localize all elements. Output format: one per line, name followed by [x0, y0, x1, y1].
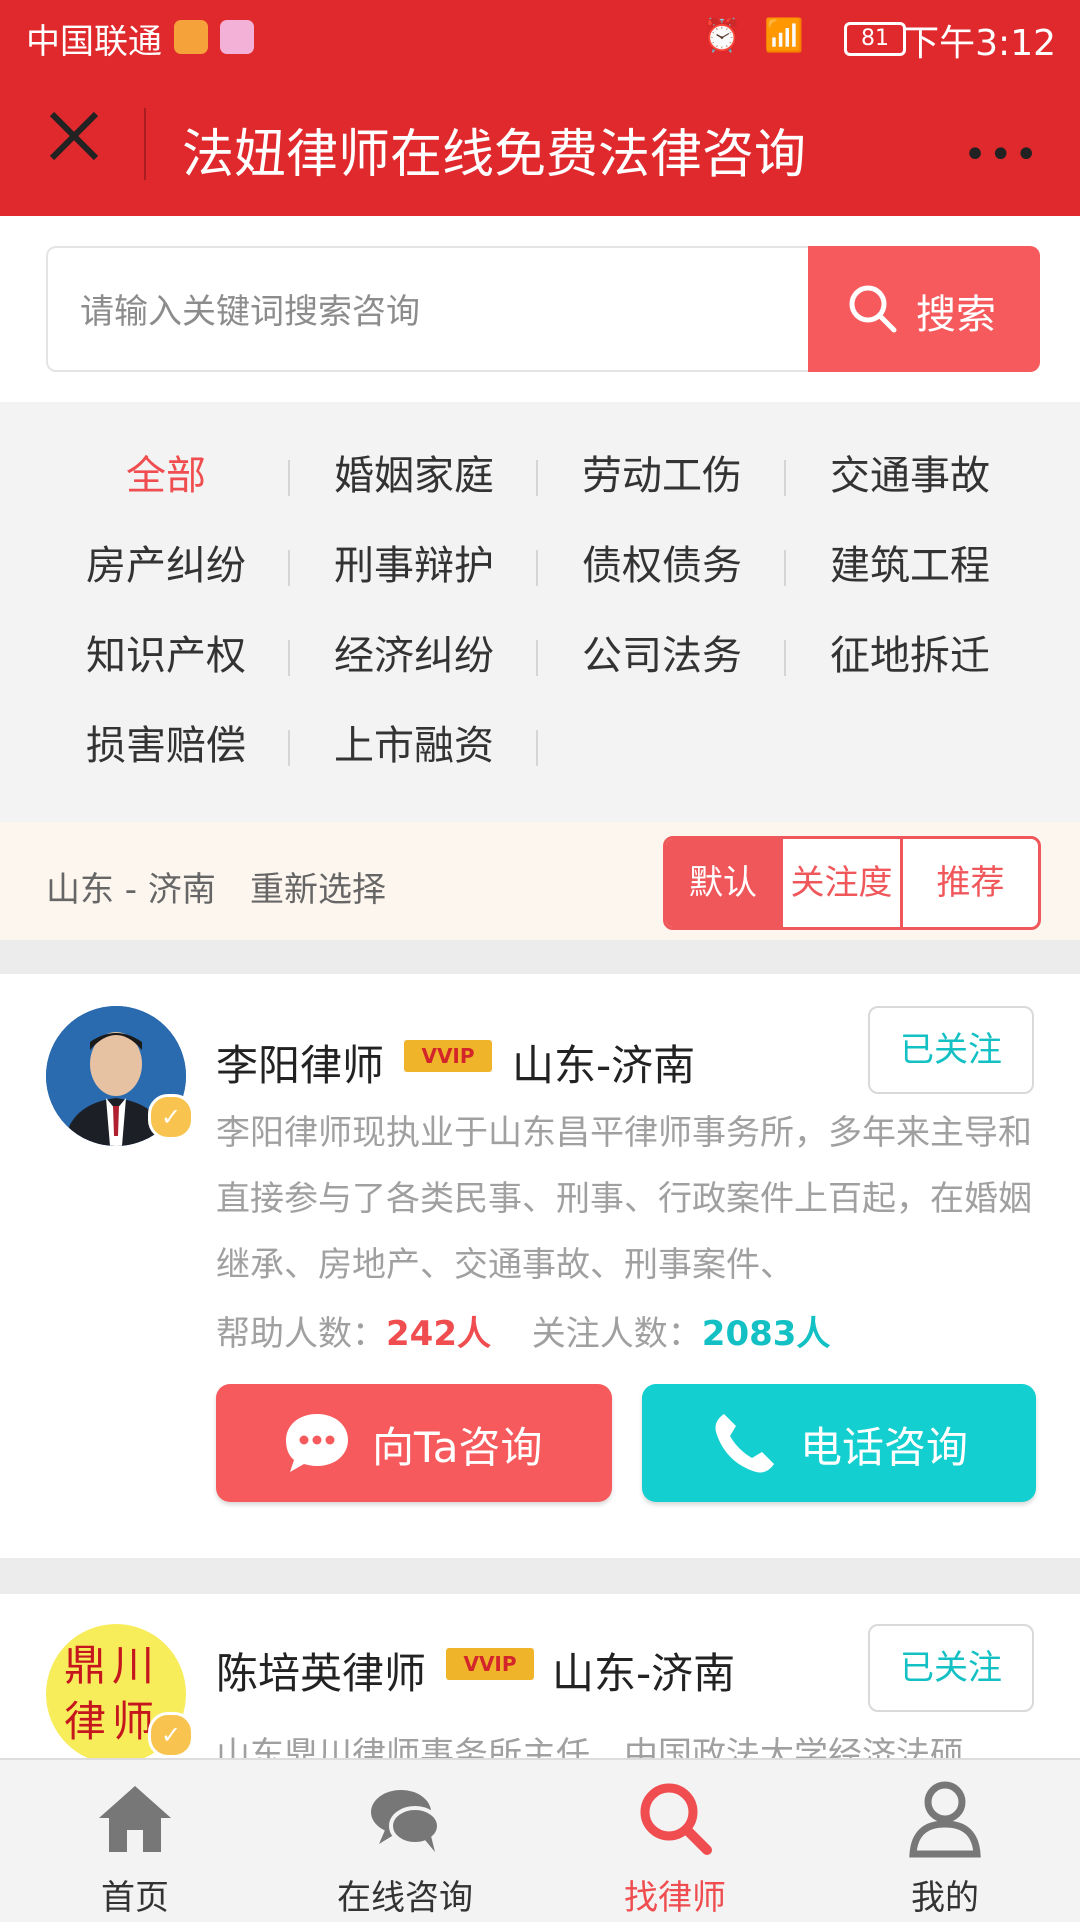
title-separator: [144, 108, 146, 180]
chat-bubbles-icon: [371, 1790, 441, 1852]
category-item[interactable]: 公司法务: [538, 626, 786, 686]
lawyer-city: 山东-济南: [512, 1041, 696, 1090]
tab-me-label: 我的: [911, 1878, 979, 1918]
vvip-badge: VVIP: [404, 1040, 492, 1072]
category-item[interactable]: 房产纠纷: [42, 536, 290, 596]
sort-toggle: 默认 关注度 推荐: [663, 836, 1041, 930]
verified-icon: ✓: [148, 1712, 194, 1758]
category-grid: 全部 婚姻家庭 劳动工伤 交通事故 房产纠纷 刑事辩护 债权债务 建筑工程 知识…: [0, 402, 1080, 822]
battery-icon: 81: [844, 22, 906, 56]
follow-button[interactable]: 已关注: [868, 1006, 1034, 1094]
home-icon: [99, 1786, 171, 1852]
search-button[interactable]: 搜索: [808, 246, 1040, 372]
user-icon: [909, 1781, 981, 1858]
lawyer-card[interactable]: ✓ 李阳律师 VVIP 山东-济南 已关注 李阳律师现执业于山东昌平律师事务所，…: [0, 974, 1080, 1558]
carrier-label: 中国联通: [26, 22, 162, 62]
consult-button[interactable]: 向Ta咨询: [216, 1384, 612, 1502]
location-label: 山东 - 济南: [46, 870, 216, 910]
category-item[interactable]: 经济纠纷: [290, 626, 538, 686]
search-icon: [849, 285, 897, 333]
tab-find-lawyer[interactable]: 找律师: [540, 1760, 810, 1922]
category-item[interactable]: 损害赔偿: [42, 716, 290, 776]
lawyer-name[interactable]: 陈培英律师: [216, 1640, 426, 1701]
lawyer-card[interactable]: 鼎川律师 ✓ 陈培英律师 VVIP 山东-济南 已关注 山东鼎川律师事务所主任，…: [0, 1594, 1080, 1758]
lawyer-name[interactable]: 李阳律师: [216, 1032, 384, 1093]
page-title: 法妞律师在线免费法律咨询: [182, 125, 807, 185]
lawyer-bio: 李阳律师现执业于山东昌平律师事务所，多年来主导和直接参与了各类民事、刑事、行政案…: [216, 1113, 1032, 1285]
tab-home-label: 首页: [101, 1878, 169, 1918]
category-item[interactable]: 上市融资: [290, 716, 538, 776]
phone-consult-label: 电话咨询: [800, 1423, 969, 1472]
tab-online-consult[interactable]: 在线咨询: [270, 1760, 540, 1922]
category-item[interactable]: 知识产权: [42, 626, 290, 686]
phone-icon: [715, 1414, 774, 1473]
filter-bar: 山东 - 济南 重新选择 默认 关注度 推荐: [0, 822, 1080, 940]
category-item[interactable]: 劳动工伤: [538, 446, 786, 506]
category-item[interactable]: 交通事故: [786, 446, 1034, 506]
verified-icon: ✓: [148, 1094, 194, 1140]
vvip-badge: VVIP: [446, 1648, 534, 1680]
lawyer-bio: 山东鼎川律师事务所主任，中国政法大学经济法硕: [216, 1735, 964, 1758]
sort-recommended[interactable]: 推荐: [903, 839, 1038, 927]
search-icon: [640, 1783, 712, 1855]
sort-popularity[interactable]: 关注度: [783, 839, 900, 927]
video-app-icon: [174, 20, 208, 54]
tab-find-lawyer-label: 找律师: [624, 1878, 726, 1918]
bottom-tab-bar: 首页 在线咨询 找律师 我的: [0, 1758, 1080, 1922]
followers-count: 2083人: [701, 1314, 831, 1354]
follow-button[interactable]: 已关注: [868, 1624, 1034, 1712]
category-item[interactable]: 债权债务: [538, 536, 786, 596]
tab-me[interactable]: 我的: [810, 1760, 1080, 1922]
search-section: 请输入关键词搜索咨询 搜索: [0, 216, 1080, 402]
search-input[interactable]: 请输入关键词搜索咨询 搜索: [46, 246, 1040, 372]
category-item[interactable]: 建筑工程: [786, 536, 1034, 596]
category-item[interactable]: 刑事辩护: [290, 536, 538, 596]
status-icons: ⏰ 📶: [702, 16, 810, 54]
consult-label: 向Ta咨询: [372, 1423, 543, 1472]
search-button-label: 搜索: [916, 292, 996, 338]
phone-consult-button[interactable]: 电话咨询: [642, 1384, 1036, 1502]
baidu-app-icon: [220, 20, 254, 54]
helped-count: 242人: [386, 1314, 491, 1354]
category-all[interactable]: 全部: [42, 446, 290, 506]
sort-default[interactable]: 默认: [666, 839, 780, 927]
lawyer-stats: 帮助人数：242人 关注人数：2083人: [216, 1314, 831, 1354]
clock: 下午3:12: [903, 23, 1056, 64]
reselect-link[interactable]: 重新选择: [250, 862, 386, 911]
category-item[interactable]: 征地拆迁: [786, 626, 1034, 686]
status-bar: 中国联通 ⏰ 📶 81 下午3:12: [0, 0, 1080, 76]
lawyer-city: 山东-济南: [552, 1649, 736, 1698]
chat-icon: [286, 1414, 348, 1472]
tab-online-consult-label: 在线咨询: [337, 1878, 473, 1918]
more-icon[interactable]: •••: [963, 132, 1040, 178]
category-item[interactable]: 婚姻家庭: [290, 446, 538, 506]
search-placeholder: 请输入关键词搜索咨询: [80, 292, 420, 332]
close-icon[interactable]: [46, 108, 102, 164]
title-bar: 法妞律师在线免费法律咨询 •••: [0, 76, 1080, 216]
tab-home[interactable]: 首页: [0, 1760, 270, 1922]
